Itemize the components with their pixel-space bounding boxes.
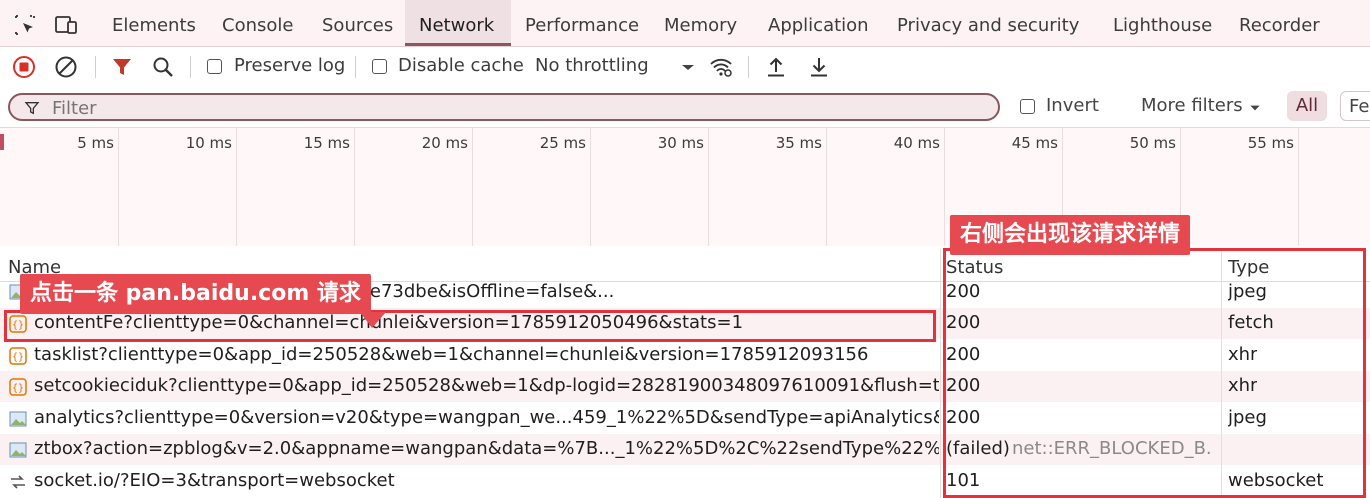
annotation-callout-details-right: 右侧会出现该请求详情 — [950, 215, 1191, 255]
toolbar-divider — [748, 56, 749, 78]
preserve-log-checkbox[interactable] — [207, 59, 222, 74]
tab-recorder[interactable]: Recorder — [1225, 0, 1334, 46]
tab-console[interactable]: Console — [208, 0, 307, 46]
filter-bar: Invert More filters All Fetch — [0, 87, 1370, 128]
chevron-down-icon[interactable] — [676, 55, 700, 79]
tab-sources[interactable]: Sources — [308, 0, 407, 46]
annotation-callout-click-request: 点击一条 pan.baidu.com 请求 — [20, 274, 371, 314]
tab-application[interactable]: Application — [754, 0, 883, 46]
timeline-gridline — [236, 128, 237, 246]
timeline-start-marker — [0, 134, 4, 150]
image-icon — [9, 442, 27, 458]
throttling-select[interactable]: No throttling — [535, 55, 649, 76]
timeline-tick-label: 15 ms — [303, 134, 350, 152]
timeline-gridline — [472, 128, 473, 246]
devtools-tab-bar: Elements Console Sources Network Perform… — [0, 0, 1370, 47]
type-filter-all[interactable]: All — [1287, 91, 1327, 121]
filter-icon[interactable] — [110, 55, 134, 79]
inspect-element-icon[interactable] — [13, 13, 37, 37]
invert-label[interactable]: Invert — [1046, 95, 1099, 116]
svg-text:{}: {} — [12, 383, 24, 394]
timeline-tick-label: 45 ms — [1011, 134, 1058, 152]
details-panel-outline — [943, 248, 1366, 498]
highlighted-request-outline — [4, 310, 936, 342]
timeline-tick-label: 5 ms — [77, 134, 114, 152]
request-name: setcookieciduk?clienttype=0&app_id=25052… — [34, 375, 939, 396]
request-name: socket.io/?EIO=3&transport=websocket — [34, 470, 395, 491]
stop-recording-icon[interactable] — [12, 55, 36, 79]
filter-icon — [24, 102, 40, 115]
device-toolbar-icon[interactable] — [54, 13, 78, 37]
disable-cache-label[interactable]: Disable cache — [398, 55, 524, 76]
websocket-icon — [11, 475, 25, 489]
timeline-tick-label: 55 ms — [1247, 134, 1294, 152]
request-name: ztbox?action=zpblog&v=2.0&appname=wangpa… — [34, 438, 939, 459]
image-icon — [9, 411, 27, 427]
timeline-tick-label: 35 ms — [775, 134, 822, 152]
network-toolbar: Preserve log Disable cache No throttling — [0, 47, 1370, 87]
fetch-icon: {} — [9, 347, 27, 365]
preserve-log-label[interactable]: Preserve log — [234, 55, 345, 76]
timeline-gridline — [118, 128, 119, 246]
more-filters-button[interactable]: More filters — [1141, 95, 1243, 116]
tab-lighthouse[interactable]: Lighthouse — [1099, 0, 1226, 46]
timeline-tick-label: 25 ms — [539, 134, 586, 152]
timeline-tick-label: 50 ms — [1129, 134, 1176, 152]
network-conditions-icon[interactable] — [709, 55, 733, 79]
timeline-gridline — [590, 128, 591, 246]
toolbar-divider — [355, 56, 356, 78]
timeline-gridline — [708, 128, 709, 246]
svg-text:{}: {} — [12, 352, 24, 363]
timeline-tick-label: 30 ms — [657, 134, 704, 152]
filter-input[interactable] — [50, 97, 954, 120]
column-divider[interactable] — [940, 249, 941, 498]
timeline-tick-label: 20 ms — [421, 134, 468, 152]
toolbar-divider — [190, 56, 191, 78]
tab-memory[interactable]: Memory — [650, 0, 751, 46]
import-har-icon[interactable] — [764, 55, 788, 79]
callout-pointer — [360, 312, 386, 328]
tab-elements[interactable]: Elements — [98, 0, 210, 46]
timeline-gridline — [1298, 128, 1299, 246]
type-filter-fetch[interactable]: Fetch — [1340, 91, 1370, 121]
chevron-down-icon[interactable] — [1248, 101, 1262, 115]
timeline-gridline — [354, 128, 355, 246]
search-icon[interactable] — [151, 55, 175, 79]
tab-performance[interactable]: Performance — [511, 0, 653, 46]
timeline-tick-label: 40 ms — [893, 134, 940, 152]
tab-privacy-and-security[interactable]: Privacy and security — [883, 0, 1093, 46]
export-har-icon[interactable] — [807, 55, 831, 79]
request-name: analytics?clienttype=0&version=v20&type=… — [34, 407, 939, 428]
filter-field[interactable] — [8, 93, 1000, 121]
clear-icon[interactable] — [54, 55, 78, 79]
toolbar-divider — [95, 56, 96, 78]
tab-network[interactable]: Network — [405, 0, 511, 46]
request-name: tasklist?clienttype=0&app_id=250528&web=… — [34, 344, 869, 365]
invert-checkbox[interactable] — [1020, 99, 1035, 114]
timeline-tick-label: 10 ms — [185, 134, 232, 152]
timeline-gridline — [944, 128, 945, 246]
timeline-gridline — [826, 128, 827, 246]
fetch-icon: {} — [9, 378, 27, 396]
disable-cache-checkbox[interactable] — [372, 59, 387, 74]
